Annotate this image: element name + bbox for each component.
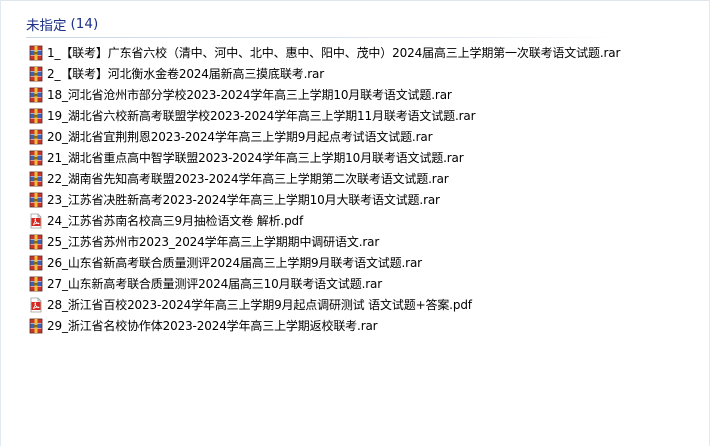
- file-list: 1_【联考】广东省六校（清中、河中、北中、惠中、阳中、茂中）2024届高三上学期…: [26, 42, 626, 336]
- file-item[interactable]: 25_江苏省苏州市2023_2024学年高三上学期期中调研语文.rar: [26, 231, 626, 252]
- file-item[interactable]: 27_山东新高考联合质量测评2024届高三10月联考语文试题.rar: [26, 273, 626, 294]
- file-name: 25_江苏省苏州市2023_2024学年高三上学期期中调研语文.rar: [47, 235, 380, 249]
- rar-archive-icon: [28, 234, 44, 250]
- file-name: 27_山东新高考联合质量测评2024届高三10月联考语文试题.rar: [47, 277, 383, 291]
- file-name: 29_浙江省名校协作体2023-2024学年高三上学期返校联考.rar: [47, 319, 378, 333]
- group-count: (14): [70, 16, 99, 32]
- file-item[interactable]: 24_江苏省苏南名校高三9月抽检语文卷 解析.pdf: [26, 210, 626, 231]
- file-name: 2_【联考】河北衡水金卷2024届新高三摸底联考.rar: [47, 67, 325, 81]
- file-item[interactable]: 20_湖北省宜荆荆恩2023-2024学年高三上学期9月起点考试语文试题.rar: [26, 126, 626, 147]
- file-group-unspecified: 未指定 (14) 1_【联考】广东省六校（清中、河中、北中、惠中、阳中、茂中）2…: [26, 12, 626, 336]
- rar-archive-icon: [28, 108, 44, 124]
- file-item[interactable]: 21_湖北省重点高中智学联盟2023-2024学年高三上学期10月联考语文试题.…: [26, 147, 626, 168]
- rar-archive-icon: [28, 318, 44, 334]
- file-name: 21_湖北省重点高中智学联盟2023-2024学年高三上学期10月联考语文试题.…: [47, 151, 464, 165]
- file-name: 26_山东省新高考联合质量测评2024届高三上学期9月联考语文试题.rar: [47, 256, 422, 270]
- file-name: 23_江苏省决胜新高考2023-2024学年高三上学期10月大联考语文试题.ra…: [47, 193, 440, 207]
- file-name: 22_湖南省先知高考联盟2023-2024学年高三上学期第二次联考语文试题.ra…: [47, 172, 449, 186]
- rar-archive-icon: [28, 150, 44, 166]
- file-name: 28_浙江省百校2023-2024学年高三上学期9月起点调研测试 语文试题+答案…: [47, 298, 472, 312]
- group-title: 未指定: [26, 18, 67, 34]
- group-header[interactable]: 未指定 (14): [26, 12, 626, 36]
- rar-archive-icon: [28, 66, 44, 82]
- file-item[interactable]: 22_湖南省先知高考联盟2023-2024学年高三上学期第二次联考语文试题.ra…: [26, 168, 626, 189]
- file-name: 1_【联考】广东省六校（清中、河中、北中、惠中、阳中、茂中）2024届高三上学期…: [47, 46, 621, 60]
- window-top-edge: [0, 0, 710, 1]
- file-explorer-window: 未指定 (14) 1_【联考】广东省六校（清中、河中、北中、惠中、阳中、茂中）2…: [0, 0, 710, 446]
- file-item[interactable]: 19_湖北省六校新高考联盟学校2023-2024学年高三上学期11月联考语文试题…: [26, 105, 626, 126]
- rar-archive-icon: [28, 192, 44, 208]
- group-divider: [26, 37, 618, 38]
- window-left-edge: [0, 0, 1, 446]
- pdf-file-icon: [28, 213, 44, 229]
- file-name: 24_江苏省苏南名校高三9月抽检语文卷 解析.pdf: [47, 214, 304, 228]
- rar-archive-icon: [28, 87, 44, 103]
- rar-archive-icon: [28, 171, 44, 187]
- file-item[interactable]: 18_河北省沧州市部分学校2023-2024学年高三上学期10月联考语文试题.r…: [26, 84, 626, 105]
- rar-archive-icon: [28, 45, 44, 61]
- file-item[interactable]: 2_【联考】河北衡水金卷2024届新高三摸底联考.rar: [26, 63, 626, 84]
- file-item[interactable]: 1_【联考】广东省六校（清中、河中、北中、惠中、阳中、茂中）2024届高三上学期…: [26, 42, 626, 63]
- file-name: 18_河北省沧州市部分学校2023-2024学年高三上学期10月联考语文试题.r…: [47, 88, 452, 102]
- file-item[interactable]: 28_浙江省百校2023-2024学年高三上学期9月起点调研测试 语文试题+答案…: [26, 294, 626, 315]
- file-item[interactable]: 23_江苏省决胜新高考2023-2024学年高三上学期10月大联考语文试题.ra…: [26, 189, 626, 210]
- file-name: 19_湖北省六校新高考联盟学校2023-2024学年高三上学期11月联考语文试题…: [47, 109, 476, 123]
- rar-archive-icon: [28, 276, 44, 292]
- rar-archive-icon: [28, 255, 44, 271]
- pdf-file-icon: [28, 297, 44, 313]
- rar-archive-icon: [28, 129, 44, 145]
- file-item[interactable]: 26_山东省新高考联合质量测评2024届高三上学期9月联考语文试题.rar: [26, 252, 626, 273]
- file-name: 20_湖北省宜荆荆恩2023-2024学年高三上学期9月起点考试语文试题.rar: [47, 130, 433, 144]
- file-item[interactable]: 29_浙江省名校协作体2023-2024学年高三上学期返校联考.rar: [26, 315, 626, 336]
